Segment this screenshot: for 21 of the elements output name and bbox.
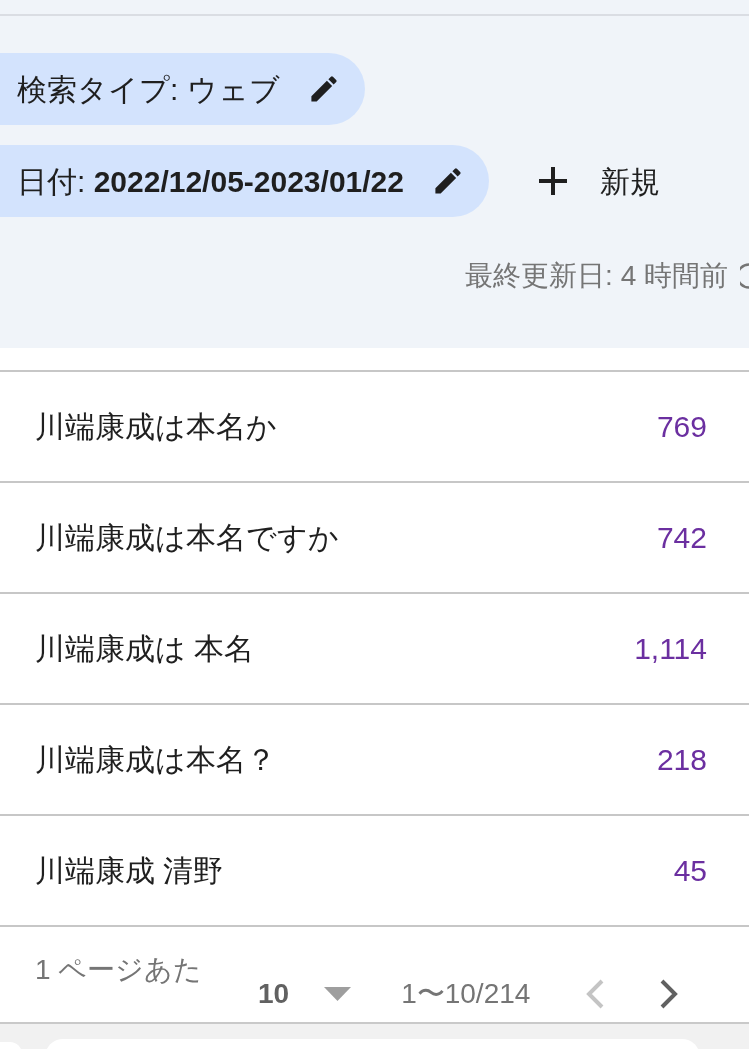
rows-per-page-select[interactable]: 10 bbox=[258, 972, 352, 1015]
page-range-text: 1〜10/214 bbox=[401, 976, 531, 1011]
pencil-icon bbox=[433, 167, 462, 195]
date-filter-chip[interactable]: 日付: 2022/12/05-2023/01/22 bbox=[0, 145, 489, 217]
pencil-icon bbox=[309, 75, 338, 103]
query-cell-text: 川端康成は本名ですか bbox=[35, 520, 339, 556]
query-cell-text: 川端康成は本名か bbox=[35, 409, 277, 445]
value-cell-text: 769 bbox=[656, 409, 707, 445]
plus-icon bbox=[536, 165, 569, 197]
search-type-filter-chip[interactable]: 検索タイプ: ウェブ bbox=[0, 53, 365, 125]
value-cell-text: 742 bbox=[656, 520, 707, 556]
new-filter-button[interactable]: 新規 bbox=[536, 158, 660, 204]
dropdown-caret-icon bbox=[324, 986, 352, 1001]
value-cell-text: 218 bbox=[656, 742, 707, 778]
query-cell-text: 川端康成 清野 bbox=[35, 853, 224, 889]
query-cell-text: 川端康成は 本名 bbox=[35, 631, 255, 667]
value-cell-text: 1,114 bbox=[634, 631, 707, 667]
value-cell-text: 45 bbox=[673, 853, 707, 889]
query-cell-text: 川端康成は本名？ bbox=[35, 742, 276, 778]
last-updated-text: 最終更新日: 4 時間前 bbox=[465, 259, 728, 293]
rows-per-page-label: 1 ページあた bbox=[35, 953, 204, 987]
